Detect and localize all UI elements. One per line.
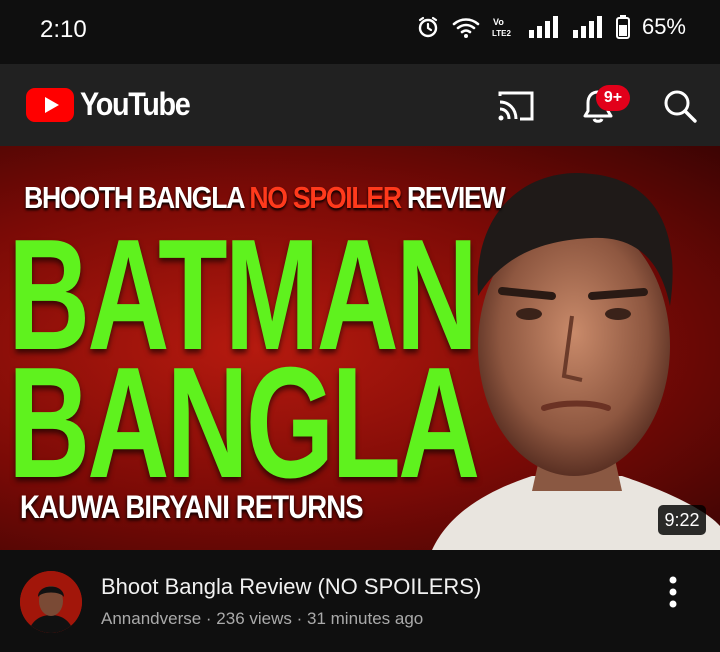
status-bar: 2:10 Vo LTE2 65% — [0, 0, 720, 64]
volte-icon: Vo LTE2 — [492, 17, 512, 38]
search-icon[interactable] — [660, 86, 700, 126]
more-options-icon[interactable] — [659, 574, 687, 610]
status-time: 2:10 — [40, 16, 87, 43]
svg-text:Vo: Vo — [493, 17, 504, 27]
alarm-icon — [418, 16, 438, 38]
signal-icon — [528, 16, 558, 38]
battery-icon — [615, 15, 630, 39]
battery-percent: 65% — [641, 14, 686, 39]
logo-wordmark: YouTube — [80, 86, 191, 122]
avatar-image — [20, 571, 82, 633]
video-metadata: Annandverse · 236 views · 31 minutes ago — [101, 609, 424, 628]
youtube-logo[interactable]: YouTube — [26, 86, 202, 123]
signal-icon — [572, 16, 602, 38]
svg-text:LTE2: LTE2 — [492, 29, 512, 38]
youtube-play-icon — [26, 87, 74, 122]
wifi-icon — [452, 18, 480, 38]
video-title[interactable]: Bhoot Bangla Review (NO SPOILERS) — [101, 574, 481, 600]
cast-icon[interactable] — [496, 86, 536, 126]
notification-badge: 9+ — [596, 85, 630, 111]
status-icons: Vo LTE2 65% — [416, 14, 686, 40]
channel-avatar[interactable] — [20, 571, 82, 633]
video-thumbnail[interactable]: BHOOTH BANGLA NO SPOILER REVIEW BATMAN B… — [0, 146, 720, 550]
thumbnail-subtitle: KAUWA BIRYANI RETURNS — [20, 489, 364, 525]
video-duration: 9:22 — [658, 505, 706, 535]
thumbnail-headline-2: BANGLA — [8, 335, 480, 511]
